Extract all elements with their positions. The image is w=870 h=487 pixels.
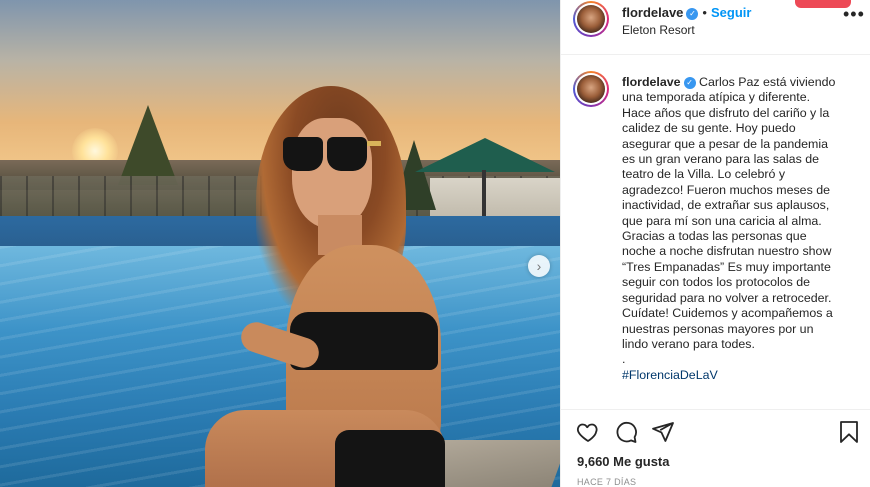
post-photo[interactable]: ›	[0, 0, 560, 487]
caption-line: lindo verano para todes.	[622, 336, 755, 351]
pine-tree	[118, 105, 178, 185]
heart-icon[interactable]	[576, 420, 600, 444]
caption-line: “Tres Empanadas” Es muy importante	[622, 259, 831, 274]
person-face	[292, 118, 372, 228]
separator-dot: •	[702, 5, 707, 20]
post-side-panel: flordelave ✓ • Seguir Eleton Resort ••• flo…	[560, 0, 870, 487]
caption-line: calidez de su gente. Hoy puedo	[622, 121, 796, 136]
caption-avatar[interactable]	[573, 71, 609, 107]
post-date[interactable]: HACE 7 DÍAS	[577, 477, 636, 487]
caption-username-link[interactable]: flordelave	[622, 75, 681, 89]
caption-line: .	[622, 352, 626, 367]
hashtag-link[interactable]: #FlorenciaDeLaV	[622, 368, 718, 382]
caption-line: que para mí son una caricia al alma.	[622, 213, 822, 228]
caption-line: nuestras personas mayores por un	[622, 321, 814, 336]
username-link[interactable]: flordelave	[622, 5, 683, 20]
caption-line: agradezco! Fueron muchos meses de	[622, 182, 830, 197]
caption-line: Hace años que disfruto del cariño y la	[622, 105, 830, 120]
post-actions: 9,660 Me gusta HACE 7 DÍAS	[561, 409, 870, 487]
follow-button[interactable]: Seguir	[711, 5, 751, 20]
caption-line: noche a noche disfrutan nuestro show	[622, 244, 832, 259]
header-username-row: flordelave ✓ • Seguir	[622, 5, 751, 20]
chevron-right-icon: ›	[536, 258, 542, 274]
post-header: flordelave ✓ • Seguir Eleton Resort •••	[561, 0, 870, 55]
caption-line: inactividad, de extrañar sus aplausos,	[622, 198, 830, 213]
paper-plane-icon[interactable]	[651, 420, 675, 444]
location-link[interactable]: Eleton Resort	[622, 23, 695, 37]
more-options-icon[interactable]: •••	[843, 4, 865, 25]
caption-line: asegurar que a pesar de la pandemia	[622, 136, 828, 151]
caption-line: teatro de la Villa. Lo celebró y	[622, 167, 786, 182]
caption-text: flordelave ✓ Carlos Paz está viviendo una…	[622, 75, 862, 383]
likes-count[interactable]: 9,660 Me gusta	[577, 454, 670, 469]
caption-line: Gracias a todas las personas que	[622, 229, 807, 244]
verified-badge-icon: ✓	[683, 77, 696, 89]
bikini-bottoms	[335, 430, 445, 487]
comment-icon[interactable]	[614, 420, 638, 444]
caption: flordelave ✓ Carlos Paz está viviendo una…	[561, 70, 870, 410]
sunglasses	[283, 137, 381, 173]
caption-line: Carlos Paz está viviendo	[699, 75, 836, 89]
caption-line: Cuídate! Cuidemos y acompañemos a	[622, 306, 833, 321]
bookmark-icon[interactable]	[837, 420, 861, 444]
avatar[interactable]	[573, 1, 609, 37]
caption-line: seguridad para no volver a retroceder.	[622, 290, 832, 305]
verified-badge-icon: ✓	[686, 8, 699, 20]
caption-line: es un gran verano para las salas de	[622, 152, 819, 167]
caption-line: seguir con todos los protocolos de	[622, 275, 811, 290]
next-photo-button[interactable]: ›	[528, 255, 550, 277]
caption-line: una temporada atípica y diferente.	[622, 90, 811, 105]
